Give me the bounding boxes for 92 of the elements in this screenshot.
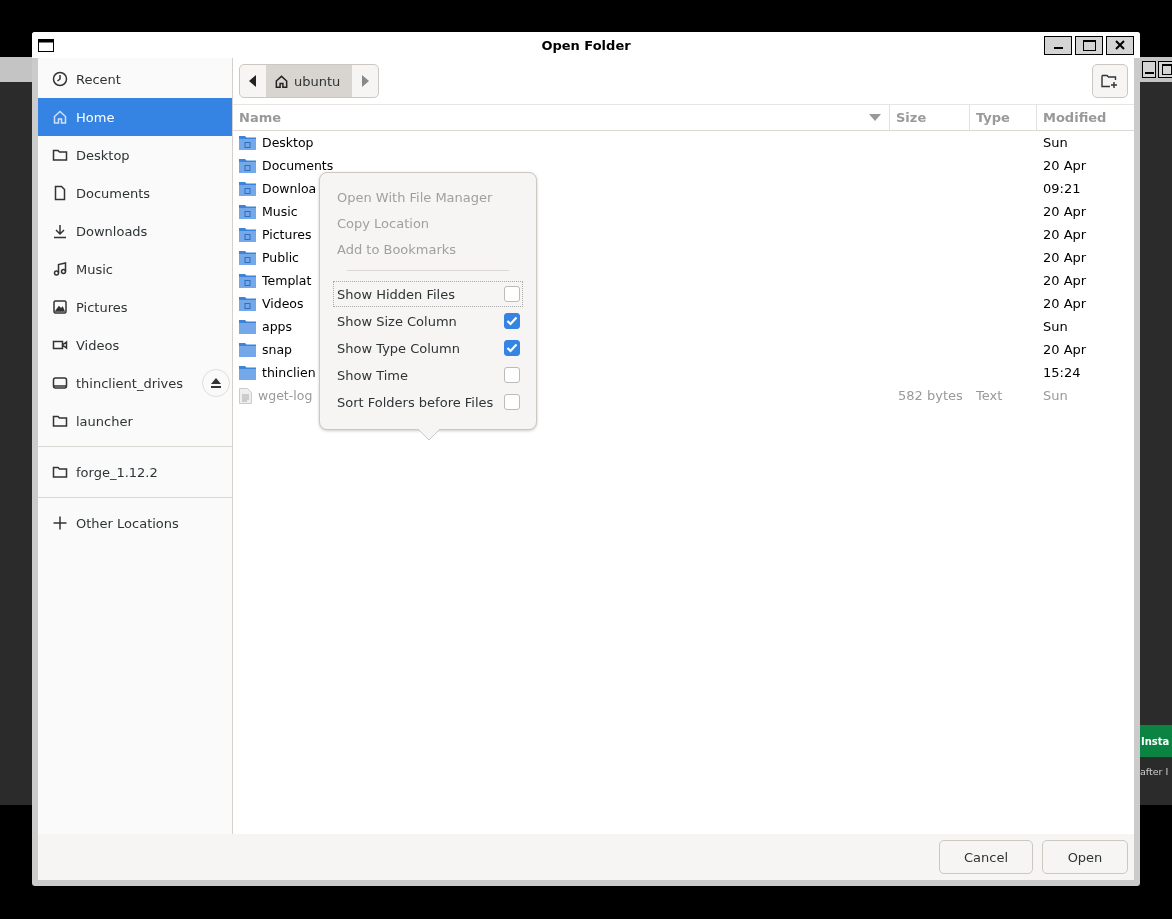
menu-toggle[interactable]: Show Time xyxy=(333,362,523,388)
table-cell-text: 20 Apr xyxy=(1042,342,1088,357)
right-arrow-icon xyxy=(361,75,370,87)
table-cell-text: Sun xyxy=(1042,319,1069,334)
recent-icon xyxy=(52,71,68,87)
sort-arrow-icon xyxy=(869,114,881,121)
table-cell-text: 15:24 xyxy=(1042,365,1082,380)
install-button[interactable]: Insta xyxy=(1140,725,1172,757)
file-name[interactable]: Pictures xyxy=(262,227,312,242)
sidebar-item[interactable]: Other Locations xyxy=(38,504,232,542)
sidebar-item[interactable]: Desktop xyxy=(38,136,232,174)
checkbox[interactable] xyxy=(504,340,520,356)
file-name[interactable]: Public xyxy=(262,250,299,265)
table-cell-text: Text xyxy=(975,388,1004,403)
download-icon xyxy=(52,223,68,239)
checkbox[interactable] xyxy=(504,286,520,302)
maximize-button[interactable] xyxy=(1075,35,1103,55)
folder-icon xyxy=(52,413,68,429)
file-name[interactable]: Music xyxy=(262,204,298,219)
text-file-icon xyxy=(239,387,252,404)
check-icon xyxy=(506,343,518,353)
close-button[interactable] xyxy=(1106,35,1134,55)
checkbox[interactable] xyxy=(504,367,520,383)
minimize-button[interactable] xyxy=(1142,61,1156,78)
file-name[interactable]: snap xyxy=(262,342,293,357)
folder-icon xyxy=(239,227,256,242)
folder-icon xyxy=(239,181,256,196)
table-cell-text: 20 Apr xyxy=(1042,204,1088,219)
table-cell-text: 582 bytes xyxy=(897,388,964,403)
folder-icon xyxy=(52,464,68,480)
drive-icon xyxy=(52,375,68,391)
minimize-button[interactable] xyxy=(1044,35,1072,55)
music-icon xyxy=(52,261,68,277)
left-arrow-icon xyxy=(249,75,257,87)
sidebar-item[interactable]: Home xyxy=(38,98,232,136)
checkbox[interactable] xyxy=(504,394,520,410)
table-cell-text: 20 Apr xyxy=(1042,158,1088,173)
new-folder-button[interactable] xyxy=(1092,64,1128,98)
close-icon xyxy=(1115,40,1125,50)
menu-toggle[interactable]: Show Hidden Files xyxy=(333,281,523,307)
file-name[interactable]: Templat xyxy=(262,273,312,288)
check-icon xyxy=(506,316,518,326)
sidebar-item[interactable]: forge_1.12.2 xyxy=(38,453,232,491)
folder-icon xyxy=(239,273,256,288)
file-name[interactable]: Desktop xyxy=(262,135,314,150)
checkbox[interactable] xyxy=(504,313,520,329)
window-title: Open Folder xyxy=(540,37,632,53)
folder-icon xyxy=(239,135,256,150)
sidebar-item[interactable]: Downloads xyxy=(38,212,232,250)
folder-icon xyxy=(239,158,256,173)
file-name[interactable]: Documents xyxy=(262,158,334,173)
menu-toggle[interactable]: Show Size Column xyxy=(333,308,523,334)
maximize-button[interactable] xyxy=(1158,61,1172,78)
folder-icon xyxy=(239,250,256,265)
file-name[interactable]: Downloa xyxy=(262,181,317,196)
background-text: after I xyxy=(1140,766,1169,777)
table-cell-text: Sun xyxy=(1042,135,1069,150)
sidebar-item[interactable]: thinclient_drives xyxy=(38,364,232,402)
folder-icon xyxy=(239,365,256,380)
file-name[interactable]: thinclien xyxy=(262,365,316,380)
other-icon xyxy=(52,515,68,531)
sidebar-item[interactable]: Documents xyxy=(38,174,232,212)
sidebar-item[interactable]: Recent xyxy=(38,60,232,98)
menu-toggle[interactable]: Show Type Column xyxy=(333,335,523,361)
new-folder-icon xyxy=(1101,73,1119,89)
table-cell-text: 09:21 xyxy=(1042,181,1082,196)
table-cell-text: 20 Apr xyxy=(1042,296,1088,311)
open-button[interactable]: Open xyxy=(1042,840,1128,874)
folder-icon xyxy=(239,204,256,219)
folder-icon xyxy=(239,342,256,357)
table-cell-text: 20 Apr xyxy=(1042,250,1088,265)
document-icon xyxy=(52,185,68,201)
table-cell-text: 20 Apr xyxy=(1042,273,1088,288)
home-icon xyxy=(274,73,289,89)
sidebar-item[interactable]: launcher xyxy=(38,402,232,440)
path-button[interactable]: ubuntu xyxy=(266,65,353,97)
table-cell-text: Sun xyxy=(1042,388,1069,403)
picture-icon xyxy=(52,299,68,315)
folder-icon xyxy=(239,296,256,311)
file-name[interactable]: Videos xyxy=(262,296,304,311)
sidebar-item[interactable]: Videos xyxy=(38,326,232,364)
file-name[interactable]: apps xyxy=(262,319,293,334)
eject-icon xyxy=(209,377,223,389)
menu-toggle[interactable]: Sort Folders before Files xyxy=(333,389,523,415)
table-cell-text: 20 Apr xyxy=(1042,227,1088,242)
folder-icon xyxy=(52,147,68,163)
sidebar-item[interactable]: Music xyxy=(38,250,232,288)
folder-icon xyxy=(239,319,256,334)
sidebar-item[interactable]: Pictures xyxy=(38,288,232,326)
cancel-button[interactable]: Cancel xyxy=(938,840,1033,874)
window-icon xyxy=(38,38,54,52)
home-icon xyxy=(52,109,68,125)
